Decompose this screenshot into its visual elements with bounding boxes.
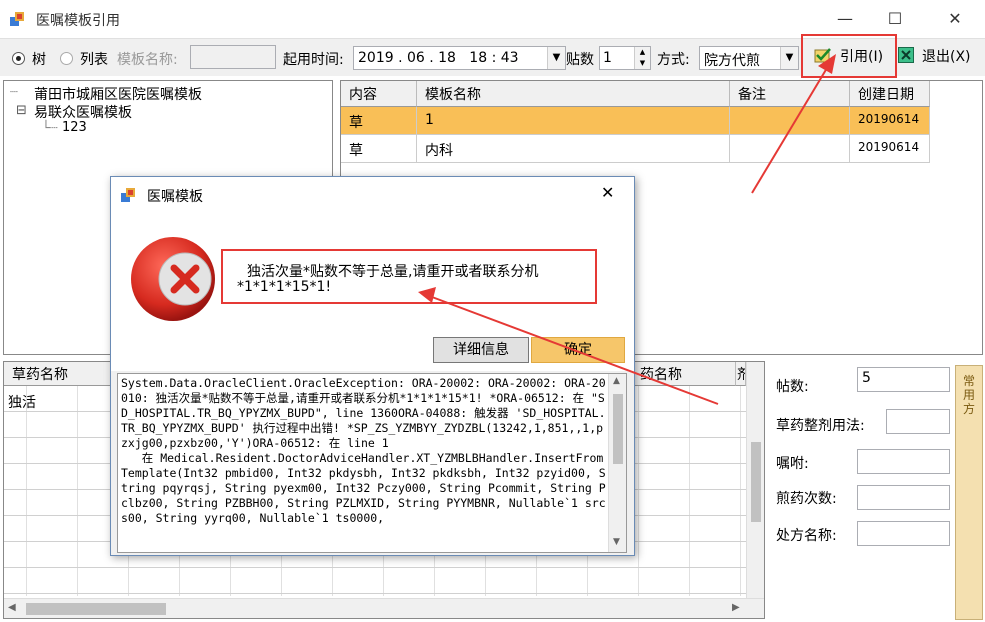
side-tab-label: 常用方 (963, 374, 976, 416)
prescription-label: 处方名称: (776, 528, 837, 544)
herb-header-med[interactable]: 药名称 (632, 362, 736, 386)
ok-button[interactable]: 确定 (531, 337, 625, 363)
cell-date: 20190614 (850, 135, 930, 163)
horizontal-scrollbar[interactable]: ◀ ▶ (4, 598, 764, 618)
grid-header-note[interactable]: 备注 (730, 81, 850, 107)
dialog-message-area: 独活次量*贴数不等于总量,请重开或者联系分机 *1*1*1*15*1! 详细信息… (111, 213, 634, 371)
chevron-down-icon[interactable]: ▼ (780, 47, 798, 69)
advice-input[interactable] (857, 449, 950, 474)
tree-connector: └┈ (42, 121, 58, 136)
error-detail-text: System.Data.OracleClient.OracleException… (121, 376, 606, 525)
prescription-input[interactable] (857, 521, 950, 546)
cell-content: 草 (341, 135, 417, 163)
template-name-input[interactable] (190, 45, 276, 69)
mode-value: 院方代煎 (704, 53, 760, 69)
exit-button[interactable]: 退出(X) (898, 43, 980, 69)
scroll-left-icon[interactable]: ◀ (8, 602, 16, 613)
error-message-line1: 独活次量*贴数不等于总量,请重开或者联系分机 (247, 264, 539, 280)
dose-count-label: 帖数: (776, 379, 809, 395)
detail-button[interactable]: 详细信息 (433, 337, 529, 363)
cite-button-label: 引用(I) (840, 49, 884, 65)
decoct-label: 煎药次数: (776, 491, 837, 507)
tree-radio-label: 树 (32, 52, 46, 68)
mode-label: 方式: (657, 52, 690, 68)
grid-header-name[interactable]: 模板名称 (417, 81, 730, 107)
dose-value: 1 (603, 50, 612, 66)
dose-stepper[interactable]: 1 ▲ ▼ (599, 46, 651, 70)
list-radio[interactable] (60, 52, 73, 65)
window-titlebar: 医嘱模板引用 — ☐ ✕ (0, 0, 985, 38)
cell-name: 1 (417, 107, 730, 135)
tree-node-yilianzhong[interactable]: 易联众医嘱模板 (34, 102, 132, 122)
tree-node-123[interactable]: 123 (62, 120, 87, 135)
detail-scrollbar[interactable]: ▲ ▼ (608, 374, 626, 552)
error-message-line2: *1*1*1*15*1! (237, 279, 332, 295)
tree-radio[interactable] (12, 52, 25, 65)
exit-button-label: 退出(X) (922, 49, 971, 65)
cell-note (730, 135, 850, 163)
cell-note (730, 107, 850, 135)
scroll-thumb[interactable] (26, 603, 166, 615)
usage-input[interactable] (886, 409, 950, 434)
tab-common-prescriptions[interactable]: 常用方 (955, 365, 983, 620)
maximize-button[interactable]: ☐ (872, 0, 918, 38)
herb-form: 帖数: 5 草药整剂用法: 嘱咐: 煎药次数: 处方名称: (770, 361, 950, 619)
error-dialog: 医嘱模板 ✕ 独活次量*贴数不等于总量,请重开或者联系分机 *1*1*1*15*… (110, 176, 635, 556)
app-icon (121, 187, 137, 203)
cell-date: 20190614 (850, 107, 930, 135)
chevron-down-icon[interactable]: ▼ (547, 47, 565, 69)
scroll-thumb[interactable] (751, 442, 761, 522)
cite-button[interactable]: 引用(I) (812, 43, 892, 69)
scroll-right-icon[interactable]: ▶ (732, 602, 740, 613)
stepper-up-icon[interactable]: ▲ (634, 47, 650, 58)
decoct-input[interactable] (857, 485, 950, 510)
herb-header-dose[interactable]: 剂 (736, 362, 746, 386)
start-time-label: 起用时间: (283, 52, 344, 68)
dose-count-input[interactable]: 5 (857, 367, 950, 392)
scroll-down-icon[interactable]: ▼ (613, 537, 620, 547)
tree-node-putian[interactable]: 莆田市城厢区医院医嘱模板 (34, 84, 202, 104)
dialog-titlebar: 医嘱模板 ✕ (111, 177, 634, 213)
window-title: 医嘱模板引用 (36, 13, 120, 29)
collapse-icon[interactable]: ⊟ (16, 103, 27, 118)
usage-label: 草药整剂用法: (776, 418, 865, 434)
scroll-thumb[interactable] (613, 394, 623, 464)
cell-content: 草 (341, 107, 417, 135)
dialog-title: 医嘱模板 (147, 189, 203, 205)
check-icon (814, 47, 832, 63)
dose-label: 贴数 (566, 52, 594, 68)
minimize-button[interactable]: — (822, 0, 868, 38)
error-detail-textbox[interactable]: System.Data.OracleClient.OracleException… (117, 373, 627, 553)
template-name-label: 模板名称: (117, 52, 178, 68)
herb-header-name[interactable]: 草药名称 (4, 362, 122, 386)
grid-header-content[interactable]: 内容 (341, 81, 417, 107)
table-row[interactable]: 草 内科 20190614 (341, 135, 930, 163)
close-box-icon (898, 47, 914, 63)
list-radio-label: 列表 (80, 52, 108, 68)
tree-connector: ┈ (10, 85, 18, 100)
toolbar: 树 列表 模板名称: 起用时间: 2019 . 06 . 18 18 : 43 … (0, 34, 985, 78)
mode-select[interactable]: 院方代煎 ▼ (699, 46, 799, 70)
table-row[interactable]: 草 1 20190614 (341, 107, 930, 135)
advice-label: 嘱咐: (776, 456, 809, 472)
start-time-value: 2019 . 06 . 18 18 : 43 (358, 50, 519, 66)
start-time-picker[interactable]: 2019 . 06 . 18 18 : 43 ▼ (353, 46, 566, 70)
dialog-close-button[interactable]: ✕ (601, 183, 614, 202)
app-icon (10, 11, 26, 27)
vertical-scrollbar[interactable] (746, 362, 764, 598)
grid-header-date[interactable]: 创建日期 (850, 81, 930, 107)
stepper-down-icon[interactable]: ▼ (634, 58, 650, 69)
scroll-up-icon[interactable]: ▲ (613, 376, 620, 386)
cell-name: 内科 (417, 135, 730, 163)
close-button[interactable]: ✕ (932, 0, 978, 38)
error-icon (129, 235, 217, 323)
